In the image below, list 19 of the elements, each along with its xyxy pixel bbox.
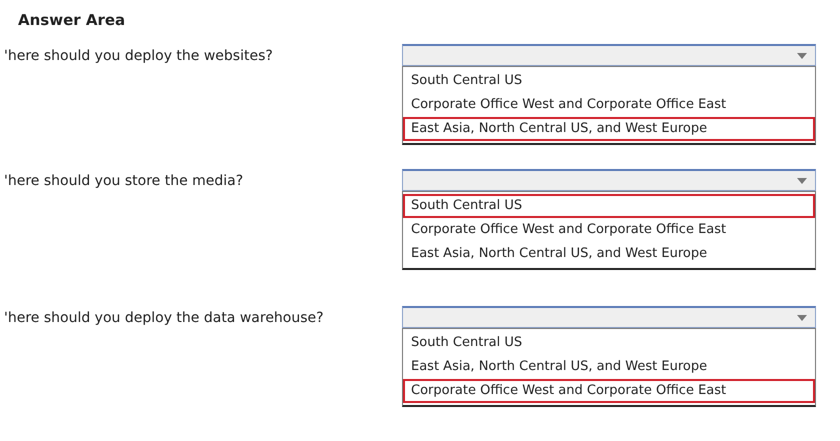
dropdown-option[interactable]: South Central US [403, 69, 815, 93]
caret-icon [797, 178, 807, 184]
dropdown[interactable] [402, 306, 816, 328]
dropdown[interactable] [402, 169, 816, 191]
question-text: 'here should you deploy the data warehouse? [3, 309, 325, 328]
dropdown-option[interactable]: East Asia, North Central US, and West Europe [403, 242, 815, 266]
dropdown-option[interactable]: South Central US [403, 331, 815, 355]
dropdown-option[interactable]: Corporate Office West and Corporate Office East [403, 93, 815, 117]
dropdown-option[interactable]: South Central US [403, 194, 815, 218]
question-text: 'here should you store the media? [3, 172, 244, 191]
dropdown-option[interactable]: East Asia, North Central US, and West Europe [403, 355, 815, 379]
dropdown[interactable] [402, 44, 816, 66]
dropdown-option[interactable]: East Asia, North Central US, and West Europe [403, 117, 815, 141]
heading: Answer Area [17, 10, 126, 30]
dropdown-option[interactable]: Corporate Office West and Corporate Office East [403, 218, 815, 242]
question-text: 'here should you deploy the websites? [3, 47, 274, 66]
dropdown-option[interactable]: Corporate Office West and Corporate Office East [403, 379, 815, 403]
caret-icon [797, 52, 807, 58]
caret-icon [797, 314, 807, 320]
